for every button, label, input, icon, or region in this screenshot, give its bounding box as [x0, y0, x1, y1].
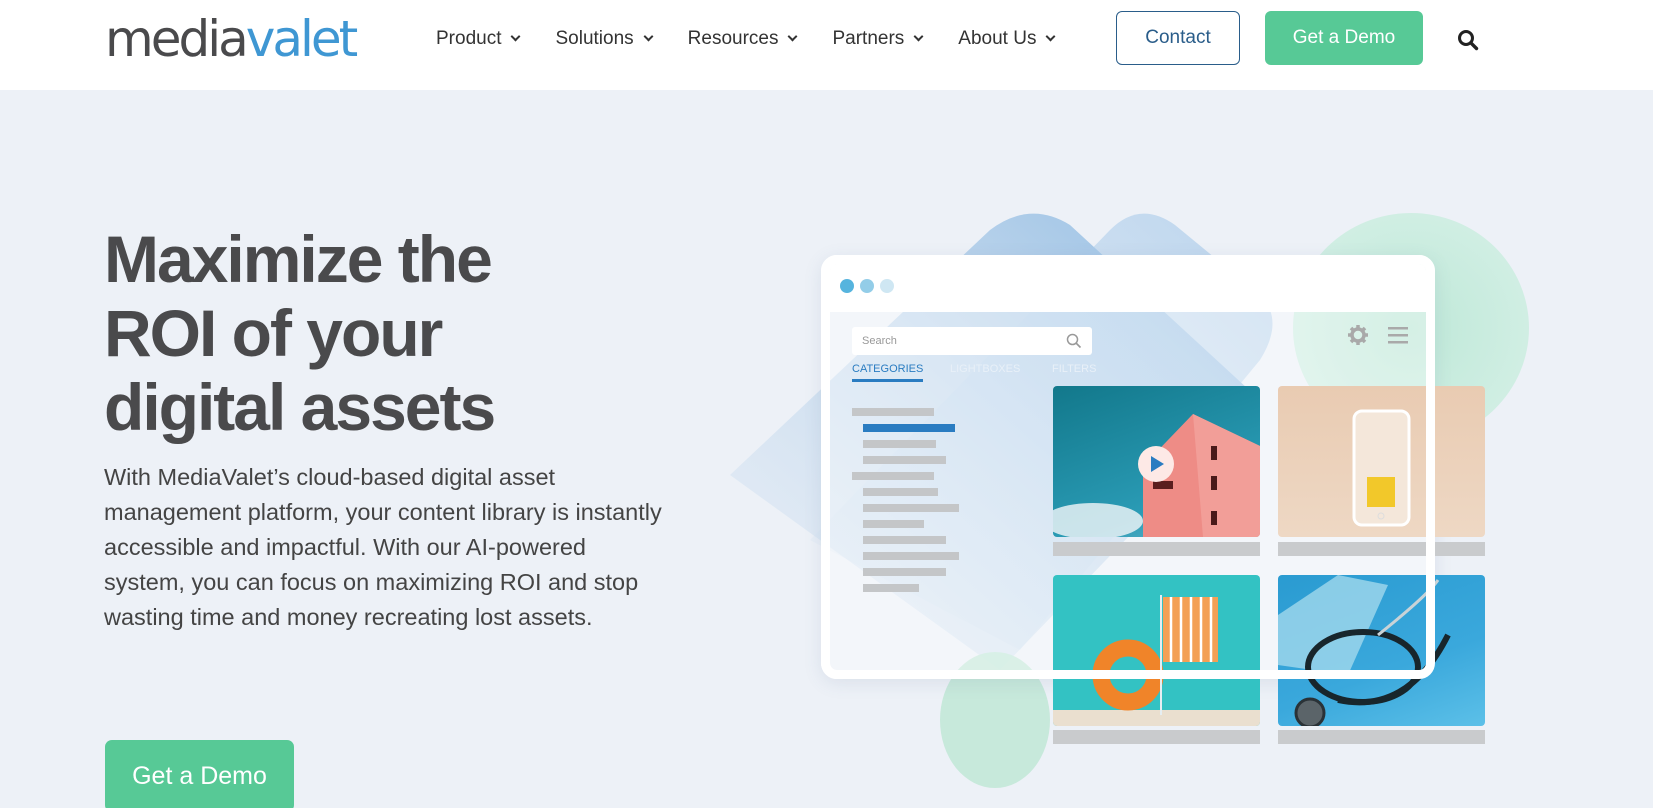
nav-label: Solutions — [555, 28, 634, 49]
nav-label: Product — [436, 28, 502, 49]
category-placeholder — [863, 488, 938, 496]
stethoscope-image — [1278, 575, 1451, 726]
category-placeholder — [863, 520, 924, 528]
gear-icon — [1348, 325, 1368, 345]
thumbnail-pink-building-video — [1053, 386, 1260, 537]
search-icon[interactable] — [1457, 29, 1479, 51]
thumbnail-caption-placeholder — [1278, 730, 1485, 744]
nav-item-solutions[interactable]: Solutions — [555, 24, 654, 54]
thumbnail-caption-placeholder — [1053, 730, 1260, 744]
chevron-down-icon — [1046, 31, 1056, 42]
window-titlebar — [830, 264, 1426, 312]
search-icon — [1066, 333, 1082, 349]
mockup-tab-filters: FILTERS — [1052, 363, 1097, 375]
category-placeholder — [852, 408, 934, 416]
mockup-tab-lightboxes: LIGHTBOXES — [950, 363, 1021, 375]
window-dot — [880, 279, 894, 293]
nav-item-partners[interactable]: Partners — [832, 24, 924, 54]
headline-line: ROI of your — [104, 296, 443, 370]
main-nav: Product Solutions Resources Partners Abo… — [436, 24, 1090, 54]
thumbnail-stethoscope — [1278, 575, 1485, 726]
nav-label: About Us — [958, 28, 1037, 49]
beach-chair-image — [1053, 595, 1260, 726]
mockup-search-input: Search — [852, 327, 1092, 355]
category-placeholder — [863, 440, 936, 448]
chevron-down-icon — [788, 31, 798, 42]
product-illustration: Search CATEGORIES LIGHTBOXES FILTERS — [700, 200, 1653, 808]
thumbnail-caption-placeholder — [1053, 542, 1260, 556]
menu-icon — [1388, 327, 1408, 344]
category-placeholder — [863, 536, 946, 544]
category-placeholder — [863, 568, 946, 576]
search-placeholder: Search — [862, 335, 897, 347]
headline-line: digital assets — [104, 370, 496, 444]
category-placeholder — [863, 504, 959, 512]
nav-item-about-us[interactable]: About Us — [958, 24, 1056, 54]
nav-label: Partners — [832, 28, 905, 49]
mockup-tab-categories: CATEGORIES — [852, 363, 924, 382]
hero-headline: Maximize the ROI of your digital assets — [104, 222, 664, 444]
thumbnail-phone-shopping-bag — [1278, 386, 1485, 537]
chevron-down-icon — [913, 31, 924, 42]
site-header: mediavalet Product Solutions Resources P… — [0, 0, 1653, 90]
logo-part-media: media — [105, 10, 249, 68]
pink-building-image — [1053, 414, 1260, 537]
window-dot — [840, 279, 854, 293]
chevron-down-icon — [511, 31, 521, 42]
nav-item-product[interactable]: Product — [436, 24, 521, 54]
category-placeholder-selected — [863, 424, 955, 432]
thumbnail-beach-chair — [1053, 575, 1260, 726]
contact-button[interactable]: Contact — [1116, 11, 1240, 65]
hero-description: With MediaValet’s cloud-based digital as… — [104, 464, 662, 630]
category-placeholder — [863, 456, 946, 464]
mediavalet-logo[interactable]: mediavalet — [105, 4, 358, 74]
phone-bag-image — [1352, 409, 1411, 527]
category-placeholder — [863, 552, 959, 560]
category-placeholder — [852, 472, 934, 480]
nav-label: Resources — [687, 28, 779, 49]
logo-part-valet: valet — [245, 10, 358, 68]
window-dot — [860, 279, 874, 293]
chevron-down-icon — [643, 31, 654, 42]
get-demo-button-header[interactable]: Get a Demo — [1265, 11, 1423, 65]
headline-line: Maximize the — [104, 222, 493, 296]
category-placeholder — [863, 584, 919, 592]
get-demo-button-hero[interactable]: Get a Demo — [105, 740, 294, 808]
nav-item-resources[interactable]: Resources — [687, 24, 798, 54]
thumbnail-caption-placeholder — [1278, 542, 1485, 556]
